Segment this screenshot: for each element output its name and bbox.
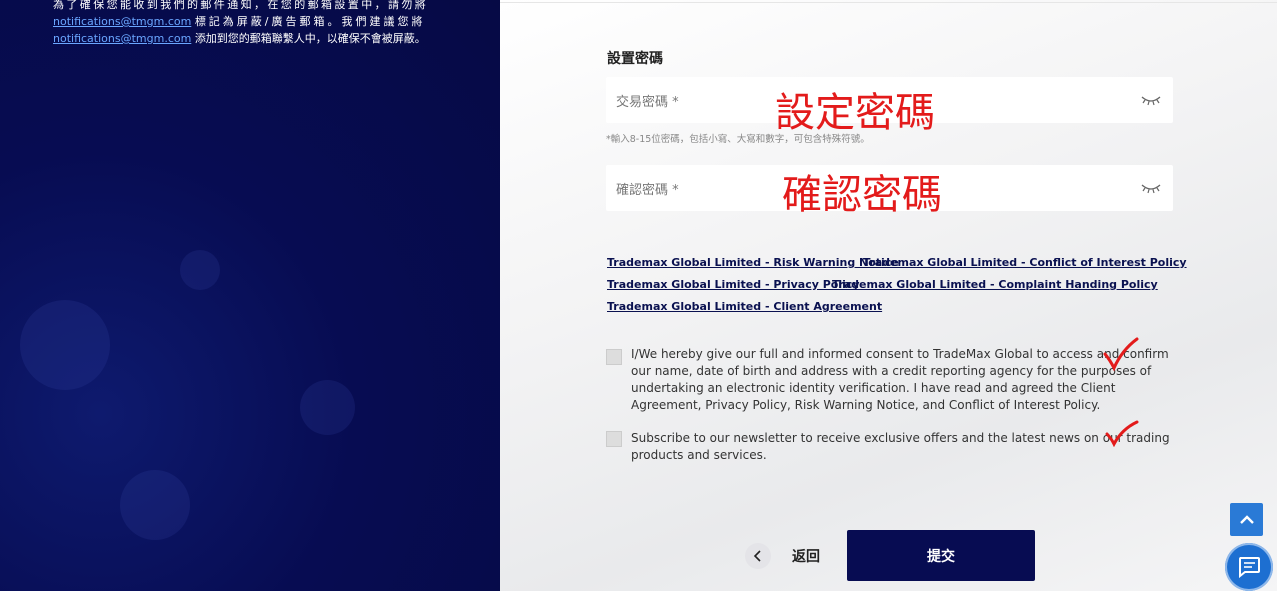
consent-checkbox[interactable] [606, 349, 622, 365]
notice-line-1: 為了確保您能收到我們的郵件通知，在您的郵箱設置中，請勿將 [53, 0, 429, 11]
annotation-set-password: 設定密碼 [775, 90, 935, 136]
section-title: 設置密碼 [607, 51, 663, 67]
newsletter-checkbox[interactable] [606, 431, 622, 447]
chevron-up-icon[interactable] [1239, 514, 1255, 525]
divider [500, 2, 1277, 3]
background-decoration [300, 380, 355, 435]
notice-line-3: 添加到您的郵箱聯繫人中，以確保不會被屏蔽。 [194, 32, 426, 45]
notification-email-link[interactable]: notifications@tmgm.com [53, 32, 191, 45]
newsletter-checkbox-row[interactable]: Subscribe to our newsletter to receive e… [606, 430, 1176, 466]
password-form-panel: 設置密碼 交易密碼 * *輸入8-15位密碼，包括小寫、大寫和數字，可包含特殊符… [500, 0, 1277, 591]
email-notice: 為了確保您能收到我們的郵件通知，在您的郵箱設置中，請勿將 notificatio… [53, 0, 448, 47]
consent-text: I/We hereby give our full and informed c… [631, 347, 1169, 412]
checkmark-icon [1103, 337, 1139, 372]
eye-closed-icon[interactable] [1141, 94, 1161, 106]
chevron-left-icon[interactable] [745, 543, 771, 569]
notice-line-2: 標記為屏蔽/廣告郵箱。我們建議您將 [194, 15, 426, 28]
newsletter-text: Subscribe to our newsletter to receive e… [631, 431, 1170, 462]
scroll-to-top-button[interactable] [1230, 503, 1263, 536]
chat-button[interactable] [1225, 543, 1273, 591]
link-privacy-policy[interactable]: Trademax Global Limited - Privacy Policy [607, 278, 860, 291]
link-client-agreement[interactable]: Trademax Global Limited - Client Agreeme… [607, 300, 882, 313]
consent-checkbox-row[interactable]: I/We hereby give our full and informed c… [606, 346, 1176, 416]
back-button[interactable]: 返回 [745, 543, 820, 569]
chat-bubble-icon[interactable] [1237, 556, 1261, 578]
eye-closed-icon[interactable] [1141, 182, 1161, 194]
confirm-password-placeholder: 確認密碼 * [616, 183, 679, 198]
trading-password-placeholder: 交易密碼 * [616, 95, 679, 110]
annotation-confirm-password: 確認密碼 [782, 172, 942, 218]
back-label[interactable]: 返回 [792, 546, 820, 566]
background-decoration [120, 470, 190, 540]
checkmark-icon [1105, 420, 1139, 447]
background-decoration [180, 250, 220, 290]
link-conflict-of-interest[interactable]: Trademax Global Limited - Conflict of In… [863, 256, 1187, 269]
link-complaint-handling[interactable]: Trademax Global Limited - Complaint Hand… [832, 278, 1158, 291]
submit-button[interactable]: 提交 [847, 530, 1035, 581]
left-info-panel: 為了確保您能收到我們的郵件通知，在您的郵箱設置中，請勿將 notificatio… [0, 0, 500, 591]
notification-email-link[interactable]: notifications@tmgm.com [53, 15, 191, 28]
background-decoration [20, 300, 110, 390]
link-risk-warning[interactable]: Trademax Global Limited - Risk Warning N… [607, 256, 899, 269]
